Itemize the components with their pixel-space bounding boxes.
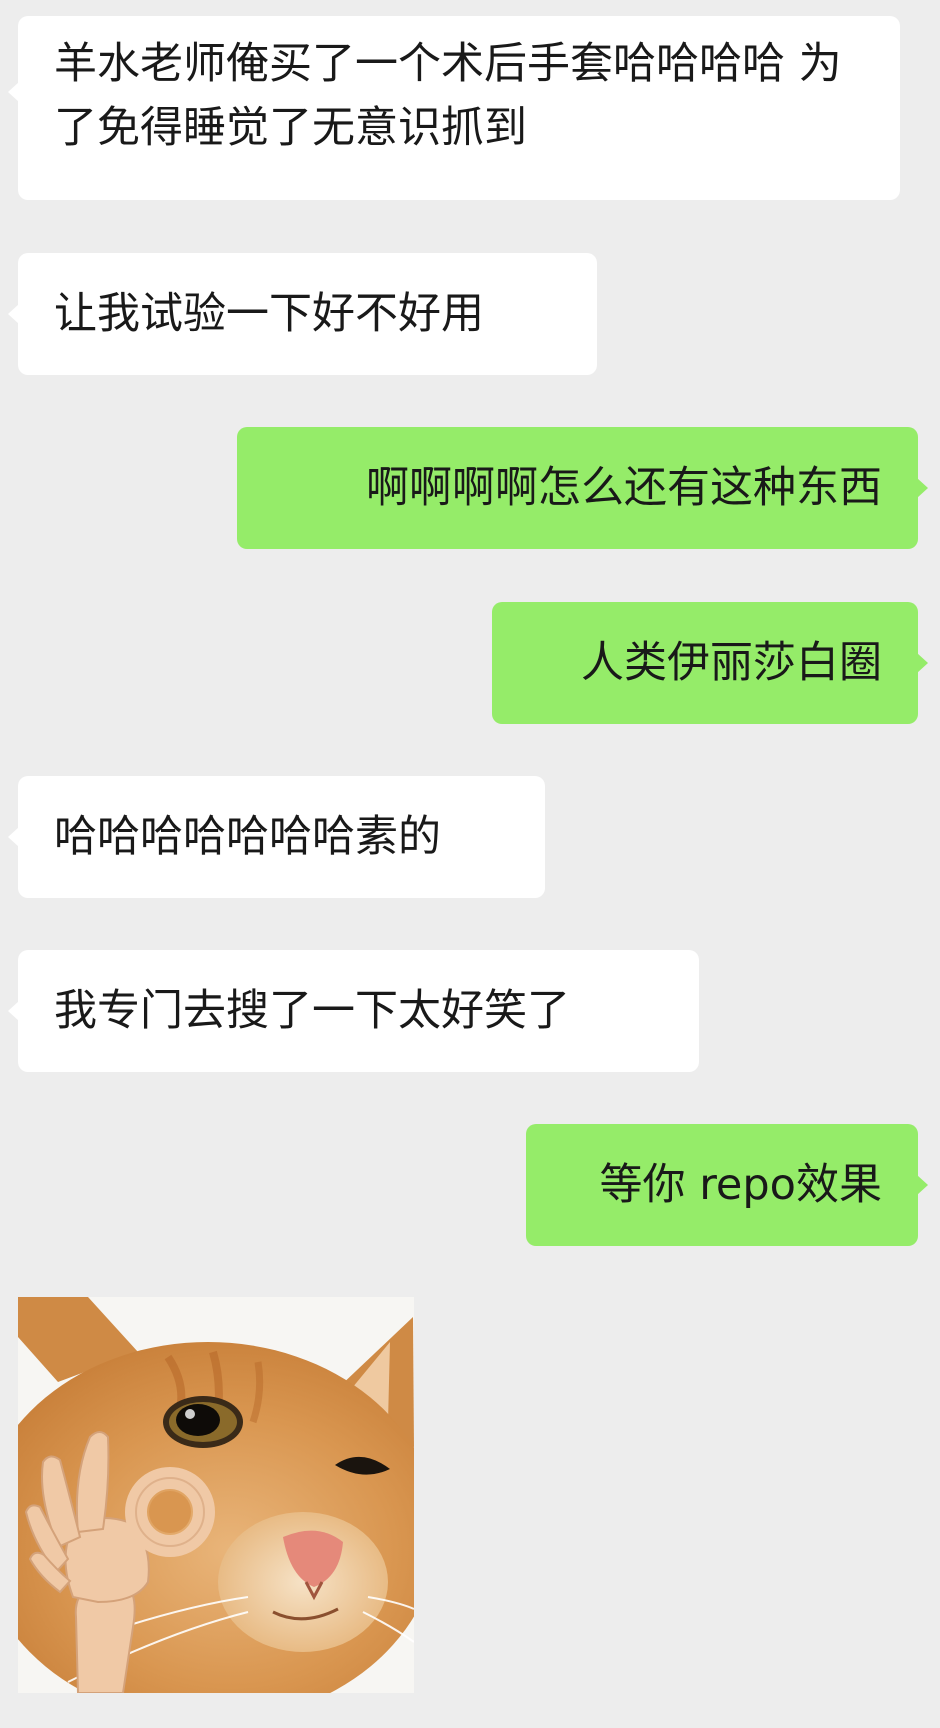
bubble-tail [8,304,19,324]
bubble-tail [8,82,19,102]
cat-ok-hand-sticker[interactable] [18,1297,414,1693]
bubble-tail [917,653,928,673]
incoming-message-bubble[interactable]: 羊水老师俺买了一个术后手套哈哈哈哈 为了免得睡觉了无意识抓到 [8,16,900,200]
bubble-tail [917,1175,928,1195]
message-text: 哈哈哈哈哈哈哈素的 [54,812,441,862]
incoming-message-bubble[interactable]: 让我试验一下好不好用 [8,253,597,375]
incoming-message-bubble[interactable]: 哈哈哈哈哈哈哈素的 [8,776,545,898]
incoming-message-bubble[interactable]: 我专门去搜了一下太好笑了 [8,950,699,1072]
outgoing-message-bubble[interactable]: 人类伊丽莎白圈 [492,602,928,724]
message-text: 等你 repo效果 [599,1160,882,1210]
message-text: 让我试验一下好不好用 [54,289,484,339]
message-text: 我专门去搜了一下太好笑了 [54,986,570,1036]
message-text: 羊水老师俺买了一个术后手套哈哈哈哈 为了免得睡觉了无意识抓到 [54,39,842,153]
message-text: 人类伊丽莎白圈 [581,638,882,688]
outgoing-message-bubble[interactable]: 等你 repo效果 [526,1124,928,1246]
bubble-tail [8,1001,19,1021]
message-text: 啊啊啊啊怎么还有这种东西 [366,463,882,513]
bubble-tail [8,827,19,847]
bubble-tail [917,478,928,498]
cat-ok-hand-icon [18,1297,414,1693]
outgoing-message-bubble[interactable]: 啊啊啊啊怎么还有这种东西 [237,427,928,549]
